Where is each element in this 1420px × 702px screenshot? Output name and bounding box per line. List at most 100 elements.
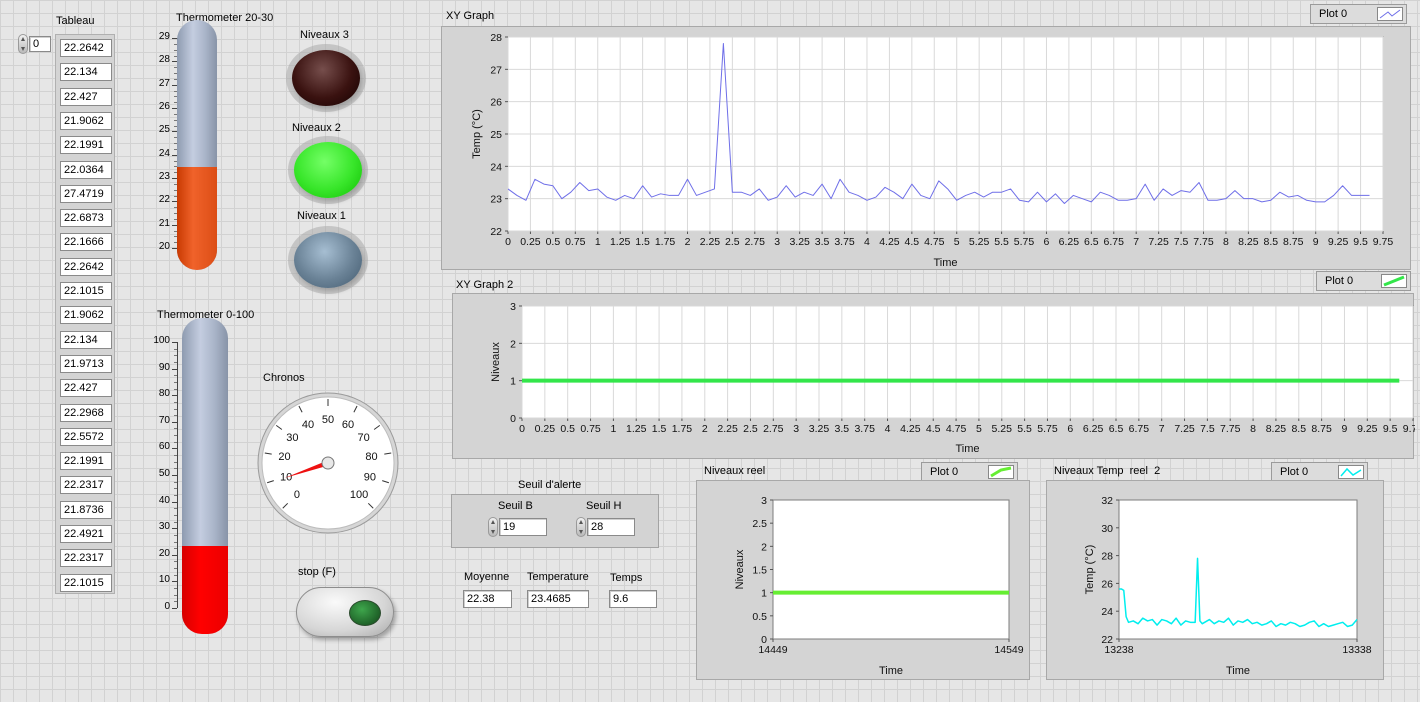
y-tick-label: 1 <box>761 588 767 600</box>
x-tick-label: 0.5 <box>546 236 561 248</box>
gauge-tick-label: 60 <box>342 419 354 431</box>
x-axis-label: Time <box>933 257 957 269</box>
y-tick-label: 28 <box>1101 551 1113 563</box>
x-tick-label: 3 <box>774 236 780 248</box>
x-tick-label: 5.25 <box>992 423 1013 435</box>
niveaux-2-led <box>294 142 362 198</box>
array-element: 22.2642 <box>60 257 112 276</box>
x-tick-label: 1 <box>610 423 616 435</box>
x-tick-label: 9.25 <box>1328 236 1349 248</box>
array-element: 21.9713 <box>60 354 112 373</box>
thermo-tick-label: 20 <box>158 547 170 559</box>
array-element: 22.6873 <box>60 209 112 228</box>
x-tick-label: 0.25 <box>520 236 541 248</box>
xy-graph[interactable]: 0 0.25 0.5 0.75 1 1.25 1.5 1.75 2 2.25 2.5 2.75 3 3.2… <box>442 27 1412 271</box>
temperature-indicator: 23.4685 <box>527 590 589 608</box>
array-element: 22.2968 <box>60 403 112 422</box>
thermo2-fill <box>182 545 228 634</box>
x-tick-label: 4 <box>864 236 870 248</box>
temperature-label: Temperature <box>527 571 589 583</box>
gauge-tick-label: 80 <box>365 451 377 463</box>
x-tick-label: 1.5 <box>635 236 650 248</box>
temps-indicator: 9.6 <box>609 590 657 608</box>
moyenne-indicator: 22.38 <box>463 590 512 608</box>
x-tick-label: 0 <box>505 236 511 248</box>
seuil-h-spinner[interactable] <box>576 517 586 537</box>
x-tick-label: 5.75 <box>1037 423 1058 435</box>
x-tick-label: 7.75 <box>1193 236 1214 248</box>
x-tick-label: 4.5 <box>926 423 941 435</box>
x-tick-label: 1.25 <box>610 236 631 248</box>
x-tick-label: 6.75 <box>1104 236 1125 248</box>
xy-graph-2[interactable]: 0 0.25 0.5 0.75 1 1.25 1.5 1.75 2 2.25 2.5 2.75 3 3.2… <box>453 294 1420 460</box>
thermo-tick-label: 0 <box>164 601 170 612</box>
x-tick-label: 6.75 <box>1129 423 1150 435</box>
gauge-hub <box>321 456 335 470</box>
niveaux-reel-chart[interactable]: 14449 1454900.511.522.53TimeNiveaux <box>697 481 1031 681</box>
seuil-b-label: Seuil B <box>498 500 533 512</box>
xy-graph-legend[interactable]: Plot 0 <box>1310 4 1407 24</box>
x-tick-label: 8.25 <box>1238 236 1259 248</box>
x-tick-label: 8.25 <box>1266 423 1287 435</box>
y-tick-label: 26 <box>1101 578 1113 590</box>
x-tick-label: 7.5 <box>1200 423 1215 435</box>
niveaux-temp-reel-frame: 13238 13338 22 24 26 28 30 32 Time Temp (°C) <box>1046 480 1384 680</box>
niveaux-reel-frame: 14449 14549 0 0.5 1 1.5 2 2.5 3 Time Niveaux <box>696 480 1030 680</box>
x-tick-label: 13338 <box>1342 644 1371 656</box>
gauge-tick-label: 0 <box>294 489 300 501</box>
x-tick-label: 3.25 <box>809 423 830 435</box>
y-tick-label: 30 <box>1101 523 1113 535</box>
y-tick-label: 22 <box>1101 634 1113 646</box>
x-tick-label: 7.25 <box>1174 423 1195 435</box>
x-tick-label: 9 <box>1342 423 1348 435</box>
stop-button[interactable] <box>296 587 394 637</box>
x-tick-label: 3.75 <box>854 423 875 435</box>
led1-label: Niveaux 1 <box>297 210 346 222</box>
x-tick-label: 2.5 <box>743 423 758 435</box>
y-axis-label: Niveaux <box>734 549 746 589</box>
thermo2-scale: 100 90 80 70 60 50 40 30 20 10 0 <box>150 0 180 640</box>
x-tick-label: 1.75 <box>672 423 693 435</box>
gauge-tick-label: 90 <box>364 472 376 484</box>
seuil-h-input[interactable]: 28 <box>587 518 635 536</box>
array-element: 22.427 <box>60 87 112 106</box>
niveaux-1-led <box>294 232 362 288</box>
temps-label: Temps <box>610 572 643 584</box>
x-tick-label: 5.25 <box>969 236 990 248</box>
thermo-tick-label: 100 <box>153 335 170 346</box>
plot-area <box>772 499 1010 640</box>
xy-graph-legend-label: Plot 0 <box>1319 8 1348 20</box>
thermo1-fill <box>177 167 217 270</box>
x-tick-label: 9.5 <box>1353 236 1368 248</box>
gauge-tick-label: 50 <box>322 414 334 426</box>
xy-graph2-legend[interactable]: Plot 0 <box>1316 271 1411 291</box>
gauge-tick-label: 100 <box>350 489 368 501</box>
niveaux-temp-reel-legend[interactable]: Plot 0 <box>1271 462 1368 482</box>
y-tick-label: 27 <box>490 64 502 76</box>
seuil-title: Seuil d'alerte <box>518 479 582 491</box>
thermo-tick-label: 50 <box>158 468 170 479</box>
xy-graph2-frame: 0 0.25 0.5 0.75 1 1.25 1.5 1.75 2 2.25 2.5 2.75 3 3.2… <box>452 293 1420 460</box>
x-tick-label: 1.25 <box>626 423 647 435</box>
array-element: 22.1015 <box>60 282 112 300</box>
seuil-b-input[interactable]: 19 <box>499 518 547 536</box>
niveaux-reel-legend[interactable]: Plot 0 <box>921 462 1018 482</box>
xy-graph-frame: 0 0.25 0.5 0.75 1 1.25 1.5 1.75 2 2.25 2.5 2.75 3 3.2… <box>441 26 1411 270</box>
array-index-input[interactable]: 0 <box>29 36 51 52</box>
x-tick-label: 1.75 <box>655 236 676 248</box>
niveaux-temp-reel-chart[interactable]: 13238 13338222426283032TimeTemp (°C) <box>1047 481 1385 681</box>
array-element: 22.0364 <box>60 160 112 179</box>
x-tick-label: 6.25 <box>1083 423 1104 435</box>
y-tick-label: 3 <box>510 301 516 313</box>
array-element: 22.134 <box>60 330 112 349</box>
x-tick-label: 3.25 <box>789 236 810 248</box>
x-tick-label: 9.75 <box>1373 236 1394 248</box>
seuil-b-spinner[interactable] <box>488 517 498 537</box>
array-element: 27.4719 <box>60 184 112 203</box>
x-axis-label: Time <box>1226 665 1250 677</box>
x-tick-label: 2 <box>685 236 691 248</box>
gauge-tick-label: 10 <box>280 472 292 484</box>
y-tick-label: 24 <box>1101 606 1113 618</box>
array-index-spinner[interactable] <box>18 34 28 54</box>
y-tick-label: 2.5 <box>752 518 767 530</box>
